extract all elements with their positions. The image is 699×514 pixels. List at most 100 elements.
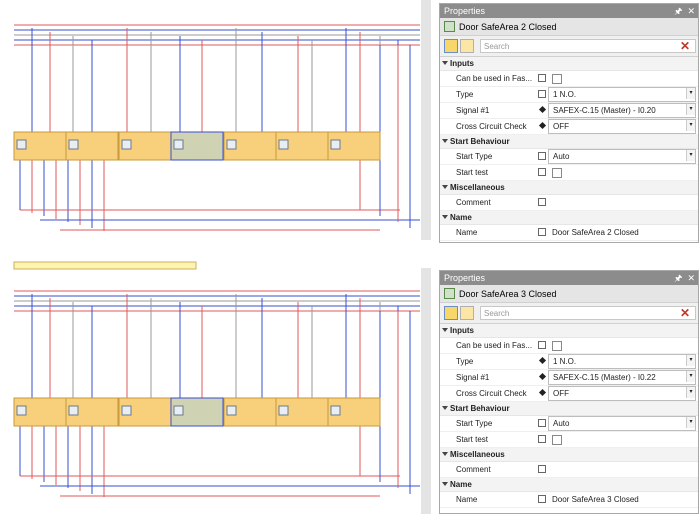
close-icon[interactable]: ✕ — [687, 6, 695, 16]
property-dropdown[interactable]: Auto ▾ — [548, 416, 696, 431]
box-marker-icon — [538, 197, 546, 206]
categorized-view-icon[interactable] — [444, 39, 458, 53]
dropdown-arrow-icon[interactable]: ▾ — [686, 417, 695, 428]
property-dropdown[interactable]: OFF ▾ — [548, 386, 696, 401]
diamond-marker-icon — [538, 372, 546, 381]
diamond-marker-icon — [538, 388, 546, 397]
property-text-field[interactable]: Door SafeArea 2 Closed — [548, 226, 696, 239]
dropdown-arrow-icon[interactable]: ▾ — [686, 150, 695, 161]
block-icon[interactable] — [121, 139, 132, 150]
pin-icon[interactable]: 🖈 — [674, 273, 682, 283]
property-dropdown[interactable]: 1 N.O. ▾ — [548, 354, 696, 369]
panel-title: Properties — [444, 273, 486, 283]
block-icon[interactable] — [278, 405, 289, 416]
property-value — [548, 166, 696, 179]
block-icon[interactable] — [16, 139, 27, 150]
clear-search-icon[interactable]: ✕ — [680, 306, 690, 320]
category-header[interactable]: Miscellaneous — [440, 181, 698, 195]
block-icon[interactable] — [173, 405, 184, 416]
panel-titlebar[interactable]: Properties 🖈 ✕ — [440, 4, 698, 18]
property-text-field[interactable] — [548, 463, 696, 476]
block-icon[interactable] — [226, 139, 237, 150]
panel-titlebar[interactable]: Properties 🖈 ✕ — [440, 271, 698, 285]
dropdown-arrow-icon[interactable]: ▾ — [686, 104, 695, 115]
category-header[interactable]: Name — [440, 478, 698, 492]
property-row[interactable]: Signal #1 SAFEX-C.15 (Master) - I0.22 ▾ — [440, 370, 698, 386]
property-row[interactable]: Start test — [440, 432, 698, 448]
category-header[interactable]: Name — [440, 211, 698, 225]
block-icon[interactable] — [121, 405, 132, 416]
category-header[interactable]: Miscellaneous — [440, 448, 698, 462]
property-row[interactable]: Name Door SafeArea 2 Closed — [440, 225, 698, 241]
box-marker-icon — [538, 418, 546, 427]
property-value-text: 1 N.O. — [553, 357, 577, 366]
property-row[interactable]: Can be used in Fas... — [440, 338, 698, 354]
property-value-text: Auto — [553, 152, 570, 161]
search-placeholder: Search — [484, 42, 510, 51]
property-row[interactable]: Signal #1 SAFEX-C.15 (Master) - I0.20 ▾ — [440, 103, 698, 119]
property-row[interactable]: Type 1 N.O. ▾ — [440, 354, 698, 370]
property-name: Signal #1 — [456, 106, 490, 115]
property-checkbox[interactable] — [552, 73, 562, 84]
door-block-icon — [444, 21, 455, 32]
alphabetical-view-icon[interactable] — [460, 39, 474, 53]
category-label: Start Behaviour — [450, 137, 510, 146]
box-marker-icon — [538, 73, 546, 82]
category-header[interactable]: Inputs — [440, 324, 698, 338]
property-name: Can be used in Fas... — [456, 341, 533, 350]
dropdown-arrow-icon[interactable]: ▾ — [686, 371, 695, 382]
block-icon[interactable] — [16, 405, 27, 416]
object-name: Door SafeArea 3 Closed — [459, 288, 557, 299]
block-icon[interactable] — [173, 139, 184, 150]
property-dropdown[interactable]: 1 N.O. ▾ — [548, 87, 696, 102]
property-row[interactable]: Cross Circuit Check OFF ▾ — [440, 119, 698, 135]
block-icon[interactable] — [278, 139, 289, 150]
category-label: Miscellaneous — [450, 450, 505, 459]
search-input[interactable]: Search ✕ — [480, 39, 696, 53]
property-row[interactable]: Start test — [440, 165, 698, 181]
box-marker-icon — [538, 494, 546, 503]
block-icon[interactable] — [330, 139, 341, 150]
property-dropdown[interactable]: SAFEX-C.15 (Master) - I0.20 ▾ — [548, 103, 696, 118]
property-row[interactable]: Start Type Auto ▾ — [440, 149, 698, 165]
category-header[interactable]: Inputs — [440, 57, 698, 71]
dropdown-arrow-icon[interactable]: ▾ — [686, 120, 695, 131]
property-name: Cross Circuit Check — [456, 122, 527, 131]
property-dropdown[interactable]: SAFEX-C.15 (Master) - I0.22 ▾ — [548, 370, 696, 385]
property-checkbox[interactable] — [552, 167, 562, 178]
property-row[interactable]: Name Door SafeArea 3 Closed — [440, 492, 698, 508]
block-icon[interactable] — [68, 405, 79, 416]
dropdown-arrow-icon[interactable]: ▾ — [686, 355, 695, 366]
property-row[interactable]: Cross Circuit Check OFF ▾ — [440, 386, 698, 402]
property-row[interactable]: Start Type Auto ▾ — [440, 416, 698, 432]
property-name: Name — [456, 228, 478, 237]
close-icon[interactable]: ✕ — [687, 273, 695, 283]
block-icon[interactable] — [68, 139, 79, 150]
property-text-field[interactable] — [548, 196, 696, 209]
category-header[interactable]: Start Behaviour — [440, 402, 698, 416]
box-marker-icon — [538, 227, 546, 236]
alphabetical-view-icon[interactable] — [460, 306, 474, 320]
property-row[interactable]: Can be used in Fas... — [440, 71, 698, 87]
property-row[interactable]: Comment — [440, 195, 698, 211]
property-checkbox[interactable] — [552, 340, 562, 351]
block-icon[interactable] — [330, 405, 341, 416]
dropdown-arrow-icon[interactable]: ▾ — [686, 387, 695, 398]
block-icon[interactable] — [226, 405, 237, 416]
property-name: Start Type — [456, 419, 493, 428]
property-dropdown[interactable]: Auto ▾ — [548, 149, 696, 164]
dropdown-arrow-icon[interactable]: ▾ — [686, 88, 695, 99]
search-input[interactable]: Search ✕ — [480, 306, 696, 320]
category-header[interactable]: Start Behaviour — [440, 135, 698, 149]
property-checkbox[interactable] — [552, 434, 562, 445]
property-row[interactable]: Comment — [440, 462, 698, 478]
property-text-field[interactable]: Door SafeArea 3 Closed — [548, 493, 696, 506]
clear-search-icon[interactable]: ✕ — [680, 39, 690, 53]
property-dropdown[interactable]: OFF ▾ — [548, 119, 696, 134]
categorized-view-icon[interactable] — [444, 306, 458, 320]
property-row[interactable]: Type 1 N.O. ▾ — [440, 87, 698, 103]
panel-object-header: Door SafeArea 2 Closed — [440, 18, 698, 36]
pin-icon[interactable]: 🖈 — [674, 6, 682, 16]
box-marker-icon — [538, 151, 546, 160]
category-label: Name — [450, 480, 472, 489]
